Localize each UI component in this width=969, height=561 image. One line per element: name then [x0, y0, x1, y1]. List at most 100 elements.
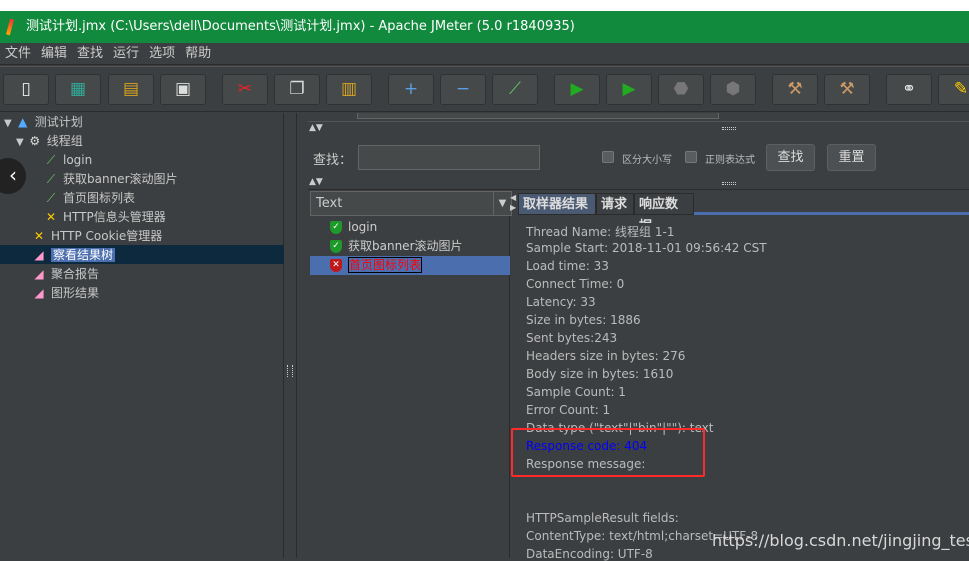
split-arrows-icon[interactable]: ◀ ▶ — [510, 193, 516, 213]
sampler-icon: ⟋ — [46, 191, 56, 205]
new-button[interactable]: ▯ — [3, 74, 49, 105]
result-line: Sample Start: 2018-11-01 09:56:42 CST — [526, 241, 767, 255]
tree-node-label: 测试计划 — [34, 115, 83, 129]
menu-item[interactable]: 文件 — [0, 43, 36, 65]
result-label: 获取banner滚动图片 — [348, 239, 463, 253]
tree-node-label: HTTP Cookie管理器 — [51, 229, 163, 243]
clear-icon: ⚒ — [787, 79, 803, 99]
tab[interactable]: 响应数据 — [634, 193, 694, 234]
result-line: Latency: 33 — [526, 295, 596, 309]
test-plan-icon: ▲ — [18, 115, 28, 129]
open-icon: ▤ — [122, 79, 140, 99]
shutdown-button[interactable]: ⬢ — [710, 74, 756, 105]
toggle-icon: ⟋ — [509, 79, 521, 99]
shutdown-icon: ⬢ — [725, 79, 741, 99]
result-line: Thread Name: 线程组 1-1 — [526, 225, 675, 239]
menu-item[interactable]: 查找 — [72, 43, 108, 65]
search-button[interactable]: ⚭ — [886, 74, 932, 105]
reset-button[interactable]: 重置 — [827, 144, 876, 171]
result-line: Body size in bytes: 1610 — [526, 367, 674, 381]
search-input[interactable] — [358, 145, 540, 170]
clear-button[interactable]: ⚒ — [772, 74, 818, 105]
result-item[interactable]: ✓ 获取banner滚动图片 — [310, 237, 510, 256]
listener-icon: ◢ — [34, 286, 44, 300]
case-sensitive-checkbox[interactable] — [602, 151, 614, 163]
result-line: Load time: 33 — [526, 259, 609, 273]
result-tabs: 取样器结果请求响应数据 — [518, 193, 969, 234]
splitter-grip[interactable] — [287, 365, 293, 377]
tab[interactable]: 请求 — [596, 193, 634, 215]
expand-arrow-icon[interactable]: ▼ — [4, 118, 12, 129]
result-line: Headers size in bytes: 276 — [526, 349, 686, 363]
result-label: login — [348, 220, 378, 234]
start-button[interactable]: ▶ — [554, 74, 600, 105]
stop-button[interactable]: ⬣ — [658, 74, 704, 105]
toolbar: ▯ ▦ ▤ ▣ ✂ ❐ ▥ + − ⟋ ▶ ▶ ⬣ ⬢ ⚒ ⚒ ⚭ ✎ — [0, 66, 969, 112]
tree-node-label: login — [63, 153, 93, 167]
expand-button[interactable]: + — [388, 74, 434, 105]
collapse-arrows-icon[interactable]: ▲▼ — [309, 123, 323, 133]
tree-node[interactable]: ◢ 聚合报告 — [16, 265, 99, 284]
tree-node-label: 图形结果 — [51, 286, 100, 300]
success-shield-icon: ✓ — [330, 240, 342, 253]
splitter[interactable] — [284, 113, 297, 558]
paste-button[interactable]: ▥ — [326, 74, 372, 105]
search-label: 查找： — [313, 153, 353, 168]
divider — [308, 189, 969, 190]
clear-all-button[interactable]: ⚒ — [824, 74, 870, 105]
split-grip[interactable] — [722, 127, 736, 130]
tree-node-label: 察看结果树 — [51, 248, 116, 262]
save-button[interactable]: ▣ — [160, 74, 206, 105]
highlight-box — [511, 428, 705, 477]
renderer-select[interactable]: Text ▼ — [310, 191, 512, 216]
error-shield-icon: ✕ — [330, 259, 342, 272]
result-line: Sent bytes:243 — [526, 331, 618, 345]
result-item[interactable]: ✓ login — [310, 218, 510, 237]
tab[interactable]: 取样器结果 — [518, 193, 596, 215]
config-icon: ✕ — [45, 210, 57, 224]
start-no-pause-button[interactable]: ▶ — [606, 74, 652, 105]
sample-results-list: Text ▼ ✓ login ✓ 获取banner滚动图片 ✕ 首页图标列表 — [308, 191, 512, 558]
tree-node[interactable]: ◢ 察看结果树 — [16, 246, 116, 265]
expand-arrow-icon[interactable]: ▼ — [16, 137, 24, 148]
reset-search-button[interactable]: ✎ — [938, 74, 969, 105]
result-line: Error Count: 1 — [526, 403, 611, 417]
find-button[interactable]: 查找 — [766, 144, 815, 171]
tree-node[interactable]: ⟋ login — [28, 151, 92, 170]
menu-item[interactable]: 运行 — [108, 43, 144, 65]
collapse-arrows-icon[interactable]: ▲▼ — [309, 177, 323, 187]
renderer-value: Text — [316, 196, 343, 211]
tree-node[interactable]: ⟋ 获取banner滚动图片 — [28, 170, 178, 189]
search-icon: ⚭ — [901, 79, 917, 99]
menu-item[interactable]: 编辑 — [36, 43, 72, 65]
menu-item[interactable]: 帮助 — [180, 43, 216, 65]
tree-node[interactable]: ▼ ▲ 测试计划 — [4, 113, 83, 132]
menu-bar: 文件 编辑 查找 运行 选项 帮助 — [0, 43, 969, 65]
tree-node[interactable]: ✕ HTTP信息头管理器 — [28, 208, 166, 227]
toggle-button[interactable]: ⟋ — [492, 74, 538, 105]
regex-checkbox[interactable] — [685, 151, 697, 163]
result-item[interactable]: ✕ 首页图标列表 — [310, 256, 510, 275]
copy-button[interactable]: ❐ — [274, 74, 320, 105]
jmeter-logo-icon — [5, 18, 15, 36]
expand-icon: + — [403, 79, 419, 99]
split-grip[interactable] — [722, 182, 736, 185]
case-sensitive-label: 区分大小写 — [622, 155, 672, 166]
start-no-pause-icon: ▶ — [622, 79, 636, 99]
templates-button[interactable]: ▦ — [55, 74, 101, 105]
tree-node[interactable]: ◢ 图形结果 — [16, 284, 99, 303]
result-label: 首页图标列表 — [348, 257, 423, 273]
collapse-button[interactable]: − — [440, 74, 486, 105]
tree-node-label: 聚合报告 — [51, 267, 100, 281]
save-icon: ▣ — [174, 79, 192, 99]
new-icon: ▯ — [21, 79, 31, 99]
tree-node[interactable]: ▼ ⚙ 线程组 — [16, 132, 83, 151]
result-line: Sample Count: 1 — [526, 385, 626, 399]
tree-node[interactable]: ⟋ 首页图标列表 — [28, 189, 135, 208]
open-button[interactable]: ▤ — [108, 74, 154, 105]
cut-button[interactable]: ✂ — [222, 74, 268, 105]
tree-node[interactable]: ✕ HTTP Cookie管理器 — [16, 227, 162, 246]
chevron-down-icon[interactable]: ▼ — [493, 192, 511, 215]
result-line: Connect Time: 0 — [526, 277, 625, 291]
menu-item[interactable]: 选项 — [144, 43, 180, 65]
